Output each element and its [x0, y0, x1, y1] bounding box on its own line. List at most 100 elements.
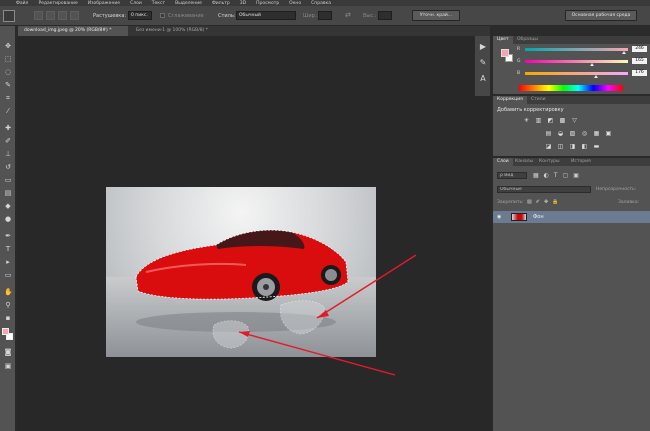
- intersect-selection-icon[interactable]: [70, 11, 79, 20]
- style-select[interactable]: Обычный: [236, 11, 296, 20]
- subtract-selection-icon[interactable]: [58, 11, 67, 20]
- gradient-tool-icon[interactable]: ▤: [4, 189, 12, 197]
- dodge-tool-icon[interactable]: ●: [4, 215, 12, 223]
- foreground-color-swatch[interactable]: [2, 328, 9, 335]
- pen-tool-icon[interactable]: ✒: [4, 232, 12, 240]
- channel-value[interactable]: 176: [632, 70, 647, 76]
- tab-adjustments[interactable]: Коррекция: [493, 96, 527, 104]
- tab-color[interactable]: Цвет: [493, 36, 513, 44]
- threshold-icon[interactable]: ◨: [569, 143, 576, 150]
- channel-thumb[interactable]: [589, 63, 594, 66]
- blend-mode-select[interactable]: Обычные: [497, 186, 591, 193]
- height-input[interactable]: [378, 11, 392, 20]
- type-tool-icon[interactable]: T: [4, 245, 12, 253]
- exposure-icon[interactable]: ▩: [559, 117, 566, 124]
- type-filter-icon[interactable]: T: [554, 172, 558, 179]
- menu-help[interactable]: Справка: [311, 1, 331, 6]
- eyedropper-tool-icon[interactable]: ⁄: [4, 107, 12, 115]
- channel-gradient-bar[interactable]: [525, 72, 628, 75]
- menu-type[interactable]: Текст: [152, 1, 165, 6]
- refine-edge-button[interactable]: Уточн. край...: [412, 10, 460, 21]
- shape-tool-icon[interactable]: ▭: [4, 271, 12, 279]
- green-channel-slider[interactable]: G 165: [517, 58, 650, 66]
- new-selection-icon[interactable]: [34, 11, 43, 20]
- tab-paths[interactable]: Контуры: [535, 158, 564, 166]
- menu-image[interactable]: Изображение: [88, 1, 120, 6]
- levels-icon[interactable]: ▥: [535, 117, 542, 124]
- channel-value[interactable]: 165: [632, 58, 647, 64]
- channel-thumb[interactable]: [594, 75, 599, 78]
- brush-preset-icon[interactable]: ✎: [478, 58, 488, 68]
- lock-pixels-icon[interactable]: ✐: [536, 199, 540, 205]
- quick-mask-icon[interactable]: ◙: [4, 348, 12, 356]
- blur-tool-icon[interactable]: ◆: [4, 202, 12, 210]
- menu-filter[interactable]: Фильтр: [212, 1, 230, 6]
- canvas-workspace[interactable]: [17, 36, 490, 431]
- tab-styles[interactable]: Стили: [527, 96, 550, 104]
- eraser-tool-icon[interactable]: ▭: [4, 176, 12, 184]
- feather-input[interactable]: 0 пикс.: [128, 11, 152, 20]
- channel-value[interactable]: 246: [632, 46, 647, 52]
- workspace-button[interactable]: Основная рабочая среда: [565, 10, 637, 21]
- shape-filter-icon[interactable]: ▢: [563, 172, 569, 179]
- menu-edit[interactable]: Редактирование: [38, 1, 77, 6]
- invert-icon[interactable]: ◪: [545, 143, 552, 150]
- hand-tool-icon[interactable]: ✋: [4, 288, 13, 296]
- tab-channels[interactable]: Каналы: [511, 158, 537, 166]
- color-lookup-icon[interactable]: ▣: [605, 130, 612, 137]
- menu-file[interactable]: Файл: [16, 1, 28, 6]
- channel-thumb[interactable]: [621, 51, 626, 54]
- default-colors-icon[interactable]: ▪: [4, 314, 12, 322]
- swap-icon[interactable]: ⇄: [345, 11, 351, 19]
- clone-stamp-tool-icon[interactable]: ⊥: [4, 150, 12, 158]
- photo-filter-icon[interactable]: ◎: [581, 130, 588, 137]
- width-input[interactable]: [318, 11, 332, 20]
- menu-layers[interactable]: Слои: [130, 1, 142, 6]
- add-to-selection-icon[interactable]: [46, 11, 55, 20]
- tab-history[interactable]: История: [567, 158, 595, 166]
- vibrance-icon[interactable]: ▽: [571, 117, 578, 124]
- tab-swatches[interactable]: Образцы: [513, 36, 542, 44]
- tab-untitled-1[interactable]: Без имени-1 @ 100% (RGB/8) *: [130, 26, 250, 36]
- lock-transparent-icon[interactable]: ▧: [527, 199, 532, 205]
- play-action-icon[interactable]: ▶: [478, 42, 488, 52]
- history-brush-tool-icon[interactable]: ↺: [4, 163, 12, 171]
- marquee-tool-preset-icon[interactable]: [3, 10, 15, 22]
- menu-view[interactable]: Просмотр: [256, 1, 279, 6]
- layer-name[interactable]: Фон: [533, 214, 544, 220]
- menu-select[interactable]: Выделение: [175, 1, 202, 6]
- visibility-eye-icon[interactable]: ◉: [497, 214, 501, 220]
- quick-select-tool-icon[interactable]: ✎: [4, 81, 12, 89]
- posterize-icon[interactable]: ◫: [557, 143, 564, 150]
- color-balance-icon[interactable]: ◒: [557, 130, 564, 137]
- selective-color-icon[interactable]: ◧: [581, 143, 588, 150]
- curves-icon[interactable]: ◩: [547, 117, 554, 124]
- zoom-tool-icon[interactable]: ⚲: [4, 301, 12, 309]
- screen-mode-icon[interactable]: ▣: [4, 362, 12, 370]
- gradient-map-icon[interactable]: ▬: [593, 143, 600, 150]
- crop-tool-icon[interactable]: ⌗: [4, 94, 12, 102]
- move-tool-icon[interactable]: ✥: [4, 42, 12, 50]
- pixel-filter-icon[interactable]: ▦: [533, 172, 539, 179]
- brightness-contrast-icon[interactable]: ☀: [523, 117, 530, 124]
- menu-3d[interactable]: 3D: [240, 1, 246, 6]
- black-white-icon[interactable]: ▧: [569, 130, 576, 137]
- smart-object-filter-icon[interactable]: ▣: [573, 172, 579, 179]
- menu-window[interactable]: Окно: [289, 1, 301, 6]
- channel-gradient-bar[interactable]: [525, 48, 628, 51]
- color-panel-foreground-swatch[interactable]: [501, 49, 509, 57]
- character-panel-icon[interactable]: A: [478, 74, 488, 84]
- lock-all-icon[interactable]: 🔒: [552, 199, 558, 205]
- red-channel-slider[interactable]: R 246: [517, 46, 650, 54]
- adjustment-filter-icon[interactable]: ◐: [544, 172, 549, 179]
- layer-kind-filter[interactable]: ρ Вид: [497, 172, 527, 179]
- color-spectrum-bar[interactable]: [519, 85, 623, 91]
- tab-layers[interactable]: Слои: [493, 158, 513, 166]
- lasso-tool-icon[interactable]: ◌: [4, 68, 12, 76]
- antialias-checkbox[interactable]: [160, 13, 165, 18]
- healing-brush-tool-icon[interactable]: ✚: [4, 124, 12, 132]
- lock-position-icon[interactable]: ✥: [544, 199, 548, 205]
- marquee-tool-icon[interactable]: ⬚: [4, 55, 12, 63]
- layer-row-background[interactable]: ◉ Фон: [493, 211, 650, 223]
- blue-channel-slider[interactable]: B 176: [517, 70, 650, 78]
